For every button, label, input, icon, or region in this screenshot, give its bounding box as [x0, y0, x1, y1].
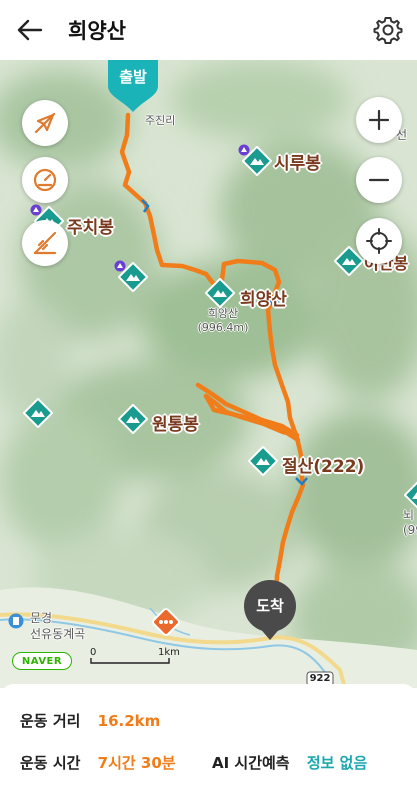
more-poi-icon[interactable]: [151, 607, 181, 637]
mountain-icon[interactable]: [23, 398, 53, 428]
back-arrow-icon: [17, 19, 43, 41]
place-label-seonyudong: 선유동계곡: [30, 627, 86, 641]
end-label: 도착: [256, 597, 284, 615]
elevation-button[interactable]: [22, 220, 68, 266]
mountain-icon[interactable]: [118, 404, 148, 434]
time-row: 운동 시간 7시간 30분: [20, 752, 176, 773]
gauge-icon: [33, 168, 57, 192]
plus-icon: [368, 109, 390, 131]
crosshair-icon: [366, 228, 392, 254]
naver-logo: NAVER: [12, 652, 72, 670]
peak-label-jeolsan: 절산(222): [282, 457, 365, 477]
ai-prediction-value: 정보 없음: [306, 754, 368, 772]
peak-sublabel-elevation: (996.4m): [197, 321, 249, 334]
peak-badge-icon: [114, 260, 126, 272]
slope-icon: [33, 231, 57, 255]
place-label-edge: 뇌: [403, 508, 415, 522]
place-label-jujinri: 주진리: [145, 114, 176, 127]
place-label-munkyung: 문경: [30, 611, 53, 625]
mountain-icon[interactable]: [205, 278, 235, 308]
map-view[interactable]: 주진리 시루봉 주치봉 희양산 희양산 (996.4m) 원통봉 절산(222)…: [0, 60, 417, 688]
back-button[interactable]: [0, 0, 60, 60]
place-label-edge: (99: [403, 523, 417, 537]
mountain-icon[interactable]: [248, 446, 278, 476]
zoom-out-button[interactable]: [356, 157, 402, 203]
time-label: 운동 시간: [20, 754, 81, 772]
peak-sublabel-name: 희양산: [207, 307, 239, 320]
tourist-spot-icon[interactable]: [8, 613, 24, 629]
time-value: 7시간 30분: [97, 754, 176, 772]
peak-sublabel-huiyangsan: 희양산 (996.4m): [197, 305, 249, 334]
compass-toggle-button[interactable]: [22, 100, 68, 146]
zoom-in-button[interactable]: [356, 97, 402, 143]
scale-unit: 1km: [158, 647, 180, 658]
app-header: 희양산: [0, 0, 417, 60]
ai-prediction-row: AI 시간예측 정보 없음: [212, 752, 367, 773]
scale-zero: 0: [90, 647, 97, 658]
start-label: 출발: [119, 68, 147, 86]
peak-badge-icon: [238, 144, 250, 156]
peak-label-juchibong: 주치봉: [67, 218, 114, 238]
minus-icon: [368, 178, 390, 182]
speed-gauge-button[interactable]: [22, 157, 68, 203]
stats-panel: 운동 거리 16.2km 운동 시간 7시간 30분 AI 시간예측 정보 없음: [0, 684, 417, 790]
ai-prediction-label: AI 시간예측: [212, 754, 290, 772]
peak-badge-icon: [30, 204, 42, 216]
map-scale: 0 1km: [90, 647, 180, 664]
gear-icon: [373, 17, 403, 44]
distance-label: 운동 거리: [20, 712, 81, 730]
scale-bar: [90, 658, 170, 664]
distance-row: 운동 거리 16.2km: [20, 710, 160, 731]
map-terrain: [0, 60, 417, 688]
peak-label-wontongbong: 원통봉: [152, 415, 199, 435]
peak-label-sirubong: 시루봉: [274, 154, 321, 174]
my-location-button[interactable]: [356, 218, 402, 264]
navigation-off-icon: [34, 112, 56, 134]
distance-value: 16.2km: [97, 712, 161, 730]
settings-button[interactable]: [373, 15, 403, 45]
page-title: 희양산: [68, 19, 126, 43]
